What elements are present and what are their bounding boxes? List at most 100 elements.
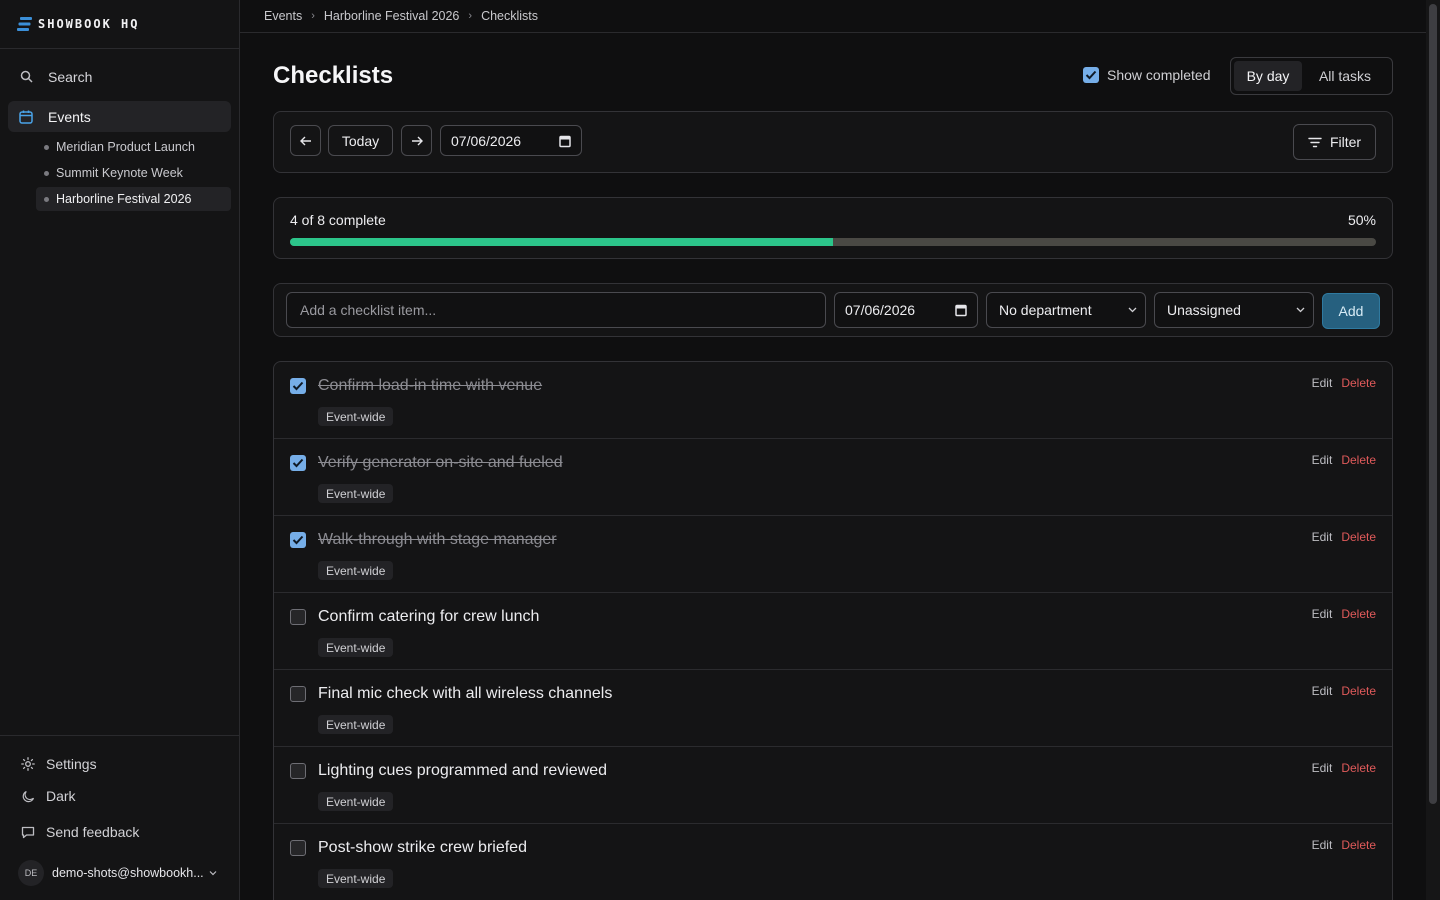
page-title: Checklists: [273, 62, 394, 89]
sidebar-footer: Settings Dark Send feedback DE demo-shot…: [0, 735, 239, 900]
next-day-button[interactable]: [401, 125, 432, 156]
delete-button[interactable]: Delete: [1341, 530, 1376, 544]
checkbox-checked[interactable]: [290, 378, 306, 394]
delete-button[interactable]: Delete: [1341, 838, 1376, 852]
prev-day-button[interactable]: [290, 125, 321, 156]
user-menu[interactable]: DE demo-shots@showbookh...: [18, 860, 217, 886]
checklist-row: Walk-through with stage manager Event-wid…: [274, 516, 1392, 593]
show-completed-label: Show completed: [1107, 67, 1211, 83]
check-icon: [1085, 70, 1097, 80]
scope-badge: Event-wide: [318, 638, 394, 657]
brand-name: SHOWBOOK HQ: [38, 17, 140, 31]
checklist-row: Final mic check with all wireless channe…: [274, 670, 1392, 747]
scrollbar-thumb[interactable]: [1429, 4, 1437, 804]
checklist-row: Post-show strike crew briefed Event-wide E…: [274, 824, 1392, 900]
delete-button[interactable]: Delete: [1341, 761, 1376, 775]
filter-button[interactable]: Filter: [1293, 124, 1376, 160]
date-picker[interactable]: 07/06/2026: [440, 125, 582, 156]
calendar-icon[interactable]: [559, 134, 571, 147]
edit-button[interactable]: Edit: [1312, 453, 1333, 467]
sidebar-event-summit[interactable]: Summit Keynote Week: [36, 161, 231, 185]
edit-button[interactable]: Edit: [1312, 607, 1333, 621]
chevron-right-icon: ›: [468, 10, 473, 22]
tab-all-tasks[interactable]: All tasks: [1302, 61, 1388, 91]
gear-icon: [20, 756, 36, 772]
delete-button[interactable]: Delete: [1341, 376, 1376, 390]
item-title: Confirm catering for crew lunch: [318, 608, 540, 625]
assignee-select[interactable]: Unassigned: [1154, 292, 1314, 328]
sidebar-event-harborline[interactable]: Harborline Festival 2026: [36, 187, 231, 211]
item-title: Walk-through with stage manager: [318, 531, 557, 548]
sidebar-item-search[interactable]: Search: [8, 61, 231, 92]
date-toolbar: Today 07/06/2026 Filter: [273, 111, 1393, 173]
row-actions: Edit Delete: [1312, 684, 1376, 698]
calendar-icon[interactable]: [955, 304, 967, 317]
date-value: 07/06/2026: [451, 132, 522, 149]
brand[interactable]: SHOWBOOK HQ: [0, 0, 239, 49]
item-title: Confirm load-in time with venue: [318, 377, 543, 394]
new-item-date[interactable]: 07/06/2026: [834, 292, 978, 328]
sidebar-event-meridian[interactable]: Meridian Product Launch: [36, 135, 231, 159]
progress-card: 4 of 8 complete 50%: [273, 197, 1393, 259]
breadcrumb-current: Checklists: [481, 9, 539, 23]
send-feedback-link[interactable]: Send feedback: [20, 824, 139, 840]
sidebar: SHOWBOOK HQ Search Events Meridian Produ…: [0, 0, 240, 900]
checkbox-unchecked[interactable]: [290, 686, 306, 702]
chevron-down-icon: [1128, 307, 1137, 313]
breadcrumb-item[interactable]: Harborline Festival 2026: [324, 9, 460, 23]
checklist: Confirm load-in time with venue Event-wid…: [273, 361, 1393, 900]
checkbox-checked[interactable]: [1083, 67, 1099, 83]
edit-button[interactable]: Edit: [1312, 376, 1333, 390]
delete-button[interactable]: Delete: [1341, 684, 1376, 698]
check-icon: [292, 535, 304, 545]
check-icon: [292, 381, 304, 391]
edit-button[interactable]: Edit: [1312, 838, 1333, 852]
checklist-row: Lighting cues programmed and reviewed Eve…: [274, 747, 1392, 824]
row-actions: Edit Delete: [1312, 530, 1376, 544]
breadcrumb: Events › Harborline Festival 2026 › Chec…: [240, 0, 1426, 33]
sidebar-item-label: Events: [48, 108, 91, 125]
today-button[interactable]: Today: [328, 125, 393, 156]
settings-link[interactable]: Settings: [20, 756, 97, 772]
check-icon: [292, 458, 304, 468]
edit-button[interactable]: Edit: [1312, 684, 1333, 698]
delete-button[interactable]: Delete: [1341, 453, 1376, 467]
sidebar-event-label: Meridian Product Launch: [56, 140, 195, 154]
new-item-input[interactable]: Add a checklist item...: [286, 292, 826, 328]
progress-label: 4 of 8 complete: [290, 212, 386, 228]
sidebar-item-events[interactable]: Events: [8, 101, 231, 132]
department-select[interactable]: No department: [986, 292, 1146, 328]
delete-button[interactable]: Delete: [1341, 607, 1376, 621]
show-completed-toggle[interactable]: Show completed: [1083, 67, 1211, 83]
checkbox-unchecked[interactable]: [290, 840, 306, 856]
filter-icon: [1308, 137, 1322, 147]
edit-button[interactable]: Edit: [1312, 530, 1333, 544]
checkbox-unchecked[interactable]: [290, 763, 306, 779]
user-email: demo-shots@showbookh...: [52, 866, 204, 880]
scope-badge: Event-wide: [318, 407, 394, 426]
item-title: Final mic check with all wireless channe…: [318, 685, 613, 702]
arrow-left-icon: [299, 136, 311, 145]
breadcrumb-item[interactable]: Events: [264, 9, 302, 23]
edit-button[interactable]: Edit: [1312, 761, 1333, 775]
search-icon: [18, 69, 34, 85]
progress-bar: [290, 238, 1376, 246]
checkbox-checked[interactable]: [290, 532, 306, 548]
department-value: No department: [999, 302, 1092, 318]
checkbox-unchecked[interactable]: [290, 609, 306, 625]
checkbox-checked[interactable]: [290, 455, 306, 471]
assignee-value: Unassigned: [1167, 302, 1241, 318]
tab-by-day[interactable]: By day: [1234, 61, 1302, 91]
sidebar-item-label: Search: [48, 68, 93, 85]
theme-toggle[interactable]: Dark: [20, 788, 76, 804]
bullet-icon: [44, 196, 49, 202]
add-button[interactable]: Add: [1322, 293, 1380, 329]
chevron-down-icon: [209, 871, 217, 876]
progress-bar-fill: [290, 238, 833, 246]
bullet-icon: [44, 144, 49, 150]
moon-icon: [20, 788, 36, 804]
theme-label: Dark: [46, 788, 76, 804]
filter-label: Filter: [1329, 134, 1362, 150]
add-item-form: Add a checklist item... 07/06/2026 No de…: [273, 283, 1393, 337]
scope-badge: Event-wide: [318, 869, 394, 888]
